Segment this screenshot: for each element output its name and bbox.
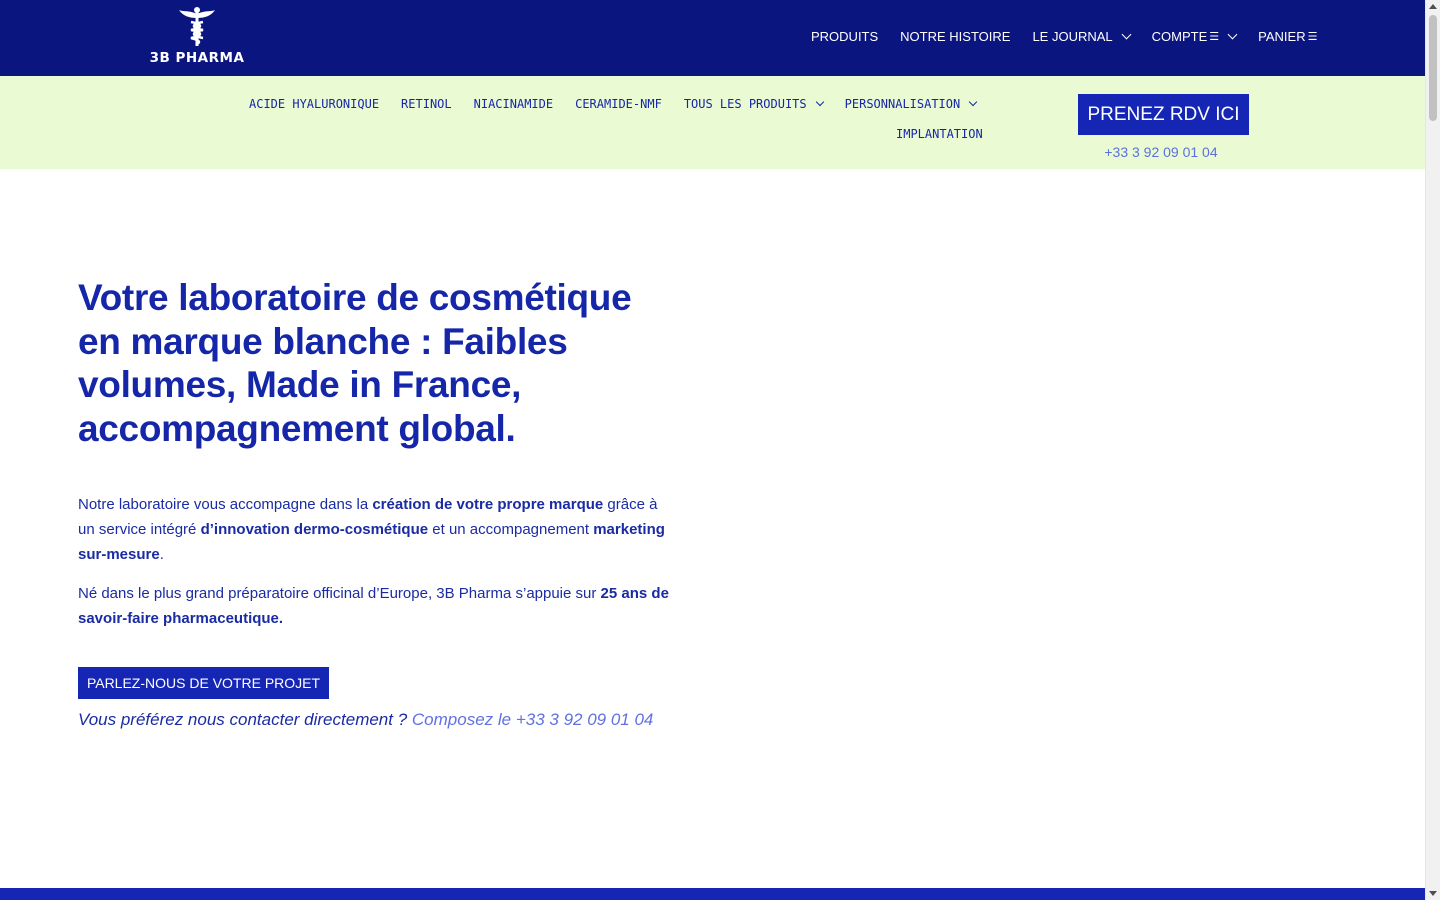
subnav-label: PERSONNALISATION <box>844 97 961 111</box>
top-nav-label: PRODUITS <box>811 29 879 44</box>
chevron-down-icon <box>1227 29 1238 40</box>
subnav-label: ACIDE HYALURONIQUE <box>249 97 380 111</box>
menu-icon: ☰ <box>1307 31 1318 43</box>
text: Né dans le plus grand préparatoire offic… <box>78 585 601 602</box>
caduceus-icon <box>179 7 215 46</box>
brand-logo[interactable]: 3B PHARMA <box>146 6 248 66</box>
chevron-down-icon <box>815 97 824 107</box>
contact-phone-link[interactable]: Composez le +33 3 92 09 01 04 <box>412 710 653 729</box>
top-nav-label: LE JOURNAL <box>1032 29 1113 44</box>
hero-intro-paragraph: Notre laboratoire vous accompagne dans l… <box>78 492 678 567</box>
subnav-niacinamide[interactable]: NIACINAMIDE <box>474 97 553 111</box>
contact-text: Vous préférez nous contacter directement… <box>78 710 412 729</box>
top-header: 3B PHARMA PRODUITS NOTRE HISTOIRE LE JOU… <box>0 0 1425 76</box>
scroll-up-arrow-icon[interactable] <box>1429 4 1437 9</box>
page-scrollbar[interactable] <box>1425 0 1440 900</box>
text: Notre laboratoire vous accompagne dans l… <box>78 496 373 513</box>
chevron-down-icon <box>1121 29 1132 40</box>
subnav-label: RETINOL <box>401 97 452 111</box>
phone-link[interactable]: +33 3 92 09 01 04 <box>1078 144 1244 160</box>
direct-contact-line: Vous préférez nous contacter directement… <box>78 710 653 730</box>
menu-icon: ☰ <box>1209 31 1220 43</box>
chevron-down-icon <box>968 97 978 107</box>
subnav-retinol[interactable]: RETINOL <box>401 97 452 111</box>
subnav-personnalisation[interactable]: PERSONNALISATION <box>844 97 978 111</box>
top-nav-label: NOTRE HISTOIRE <box>900 29 1011 44</box>
text-bold: création de votre propre marque <box>372 496 604 513</box>
top-nav-notre-histoire[interactable]: NOTRE HISTOIRE <box>900 29 1010 44</box>
top-nav-label: PANIER <box>1258 29 1306 44</box>
product-subnav: ACIDE HYALURONIQUE RETINOL NIACINAMIDE C… <box>249 97 998 111</box>
text: . <box>159 546 164 563</box>
book-appointment-button[interactable]: PRENEZ RDV ICI <box>1078 94 1249 135</box>
brand-name: 3B PHARMA <box>149 50 245 66</box>
text-bold: d’innovation dermo-cosmétique <box>200 521 429 538</box>
hero-title: Votre laboratoire de cosmétique en marqu… <box>78 277 632 449</box>
top-nav-panier[interactable]: PANIER ☰ <box>1258 29 1317 44</box>
text: et un accompagnement <box>428 521 594 538</box>
scrollbar-thumb[interactable] <box>1429 15 1437 121</box>
next-section-band <box>0 888 1425 900</box>
subnav-label: NIACINAMIDE <box>473 97 554 111</box>
subnav-tous-les-produits[interactable]: TOUS LES PRODUITS <box>683 97 824 111</box>
top-nav-produits[interactable]: PRODUITS <box>811 29 878 44</box>
subnav-label: CERAMIDE-NMF <box>575 97 662 111</box>
subnav-label: TOUS LES PRODUITS <box>683 97 807 111</box>
hero-history-paragraph: Né dans le plus grand préparatoire offic… <box>78 581 678 631</box>
subnav-acide-hyaluronique[interactable]: ACIDE HYALURONIQUE <box>249 97 379 111</box>
scroll-down-arrow-icon[interactable] <box>1429 891 1437 896</box>
top-nav-le-journal[interactable]: LE JOURNAL <box>1032 29 1132 44</box>
top-nav-compte[interactable]: COMPTE ☰ <box>1151 29 1238 44</box>
product-subnav-bar: ACIDE HYALURONIQUE RETINOL NIACINAMIDE C… <box>0 76 1425 169</box>
subnav-ceramide-nmf[interactable]: CERAMIDE-NMF <box>575 97 662 111</box>
top-nav: PRODUITS NOTRE HISTOIRE LE JOURNAL COMPT… <box>811 29 1317 44</box>
top-nav-label: COMPTE <box>1151 29 1208 44</box>
project-contact-button[interactable]: PARLEZ-NOUS DE VOTRE PROJET <box>78 667 329 699</box>
subnav-implantation[interactable]: IMPLANTATION <box>896 127 983 141</box>
